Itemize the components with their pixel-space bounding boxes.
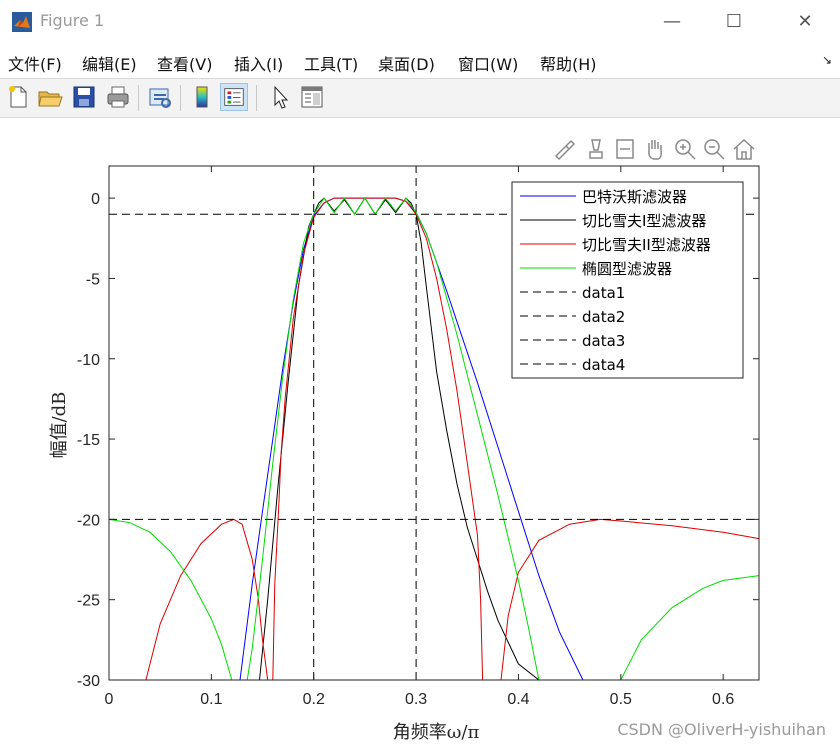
legend-entry: data2	[582, 308, 625, 326]
x-tick-label: 0.4	[507, 691, 529, 708]
y-tick-label: -5	[86, 271, 100, 288]
watermark: CSDN @OliverH-yishuihan	[617, 720, 826, 739]
x-tick-label: 0.3	[405, 691, 427, 708]
legend-entry: data1	[582, 284, 625, 302]
y-tick-label: -25	[77, 593, 100, 610]
legend[interactable]: 巴特沃斯滤波器切比雪夫I型滤波器切比雪夫II型滤波器椭圆型滤波器 data1 dat…	[511, 181, 744, 379]
y-tick-label: -20	[77, 512, 100, 529]
x-tick-label: 0.6	[712, 691, 734, 708]
x-tick-label: 0	[105, 691, 114, 708]
y-tick-label: -15	[77, 432, 100, 449]
legend-entry: 切比雪夫II型滤波器	[582, 236, 711, 254]
x-tick-label: 0.5	[610, 691, 632, 708]
legend-entry: data4	[582, 356, 625, 374]
legend-entry: data3	[582, 332, 625, 350]
plot-area: 0 0.1 0.2 0.3 0.4 0.5 0.6 0 -5 -10 -15 -20 -25 -30 巴特…	[49, 165, 760, 743]
legend-entry: 切比雪夫I型滤波器	[582, 212, 706, 230]
x-tick-label: 0.1	[200, 691, 222, 708]
y-tick-label: -10	[77, 352, 100, 369]
legend-entry: 巴特沃斯滤波器	[582, 188, 687, 206]
y-tick-label: -30	[77, 673, 100, 690]
y-axis-label: 幅值/dB	[49, 392, 70, 459]
x-tick-label: 0.2	[303, 691, 325, 708]
x-axis-label: 角频率ω/π	[393, 722, 480, 743]
legend-entry: 椭圆型滤波器	[582, 260, 672, 278]
y-tick-label: 0	[91, 191, 100, 208]
